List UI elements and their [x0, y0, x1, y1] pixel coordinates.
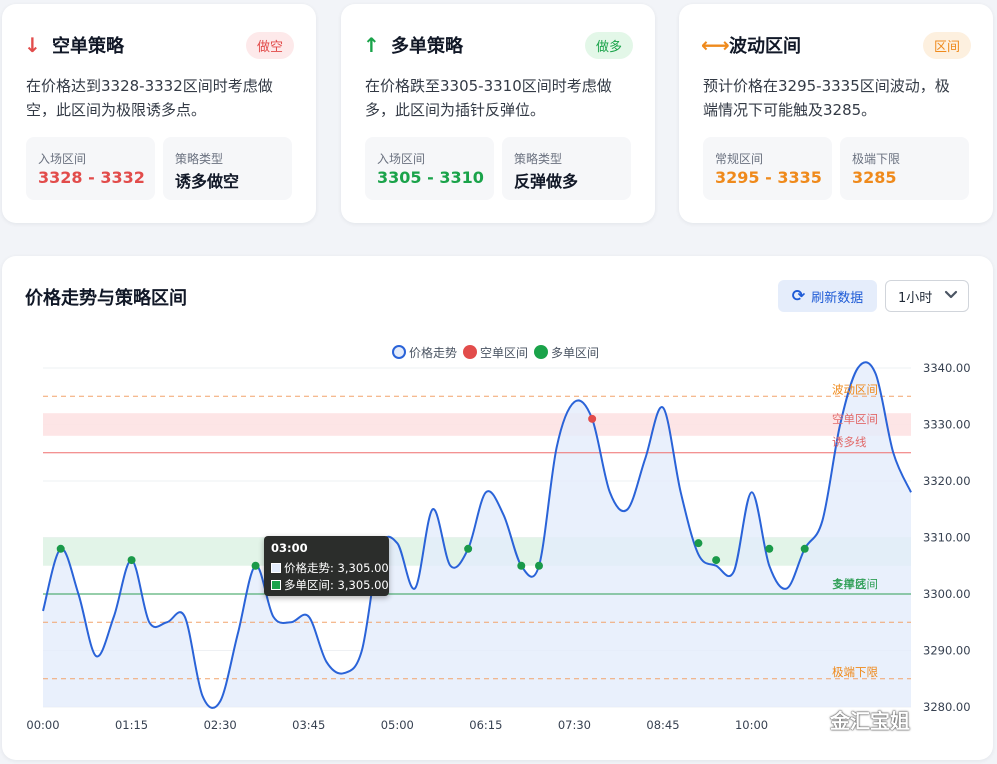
long-type-box: 策略类型 反弹做多	[502, 137, 631, 200]
x-tick-label: 02:30	[204, 718, 237, 732]
long-card-description: 在价格跌至3305-3310区间时考虑做多，此区间为插针反弹位。	[365, 77, 612, 119]
legend-label-price: 价格走势	[409, 345, 458, 360]
short-type-value: 诱多做空	[175, 172, 240, 191]
y-tick-label: 3290.00	[923, 644, 971, 658]
y-tick-label: 3310.00	[923, 531, 971, 545]
short-card-title: 空单策略	[52, 36, 124, 57]
legend-item-long[interactable]: 多单区间	[534, 344, 599, 361]
short-entry-value: 3328 - 3332	[38, 168, 145, 187]
y-tick-label: 3280.00	[923, 700, 971, 714]
range-normal-value: 3295 - 3335	[715, 168, 822, 187]
short-type-label: 策略类型	[175, 152, 224, 166]
legend-swatch-long	[534, 345, 549, 359]
band-label: 极端下限	[832, 665, 878, 679]
chart-tooltip: 03:00 价格走势: 3,305.00 多单区间: 3,305.00	[264, 536, 389, 596]
long-badge: 做多	[584, 31, 633, 59]
range-card-title: 波动区间	[729, 36, 801, 57]
short-badge: 做空	[245, 31, 294, 59]
chart-marker	[800, 544, 809, 553]
x-tick-label: 06:15	[469, 718, 502, 732]
range-extreme-label: 极端下限	[852, 152, 901, 166]
watermark: 金汇宝姐	[830, 709, 910, 733]
tooltip-swatch-long	[271, 580, 281, 590]
long-entry-label: 入场区间	[377, 152, 426, 166]
long-card-title: 多单策略	[391, 36, 463, 57]
long-type-value: 反弹做多	[514, 172, 579, 191]
arrow-down-icon: ↓	[24, 33, 41, 57]
price-chart: 3340.00 3330.00 3320.00 3310.00 3300.00 3290.…	[26, 361, 971, 732]
band-label: 空单区间	[832, 412, 878, 426]
chart-marker	[127, 556, 136, 565]
x-tick-label: 00:00	[26, 718, 59, 732]
tooltip-long-text: 多单区间: 3,305.00	[284, 578, 389, 592]
long-entry-value: 3305 - 3310	[377, 168, 484, 187]
range-badge: 区间	[922, 31, 971, 59]
legend-swatch-price	[392, 345, 406, 359]
band-label: 诱多线	[832, 435, 867, 449]
tooltip-price-text: 价格走势: 3,305.00	[284, 561, 389, 575]
short-entry-label: 入场区间	[38, 152, 87, 166]
short-card-header: ↓ 空单策略 做空	[24, 30, 294, 60]
y-tick-label: 3300.00	[923, 587, 971, 601]
short-card-description: 在价格达到3328-3332区间时考虑做空，此区间为极限诱多点。	[26, 77, 273, 119]
range-strategy-card: ⟷ 波动区间 区间 预计价格在3295-3335区间波动，极端情况下可能触及32…	[679, 4, 993, 223]
legend-item-price[interactable]: 价格走势	[392, 344, 457, 361]
y-tick-label: 3340.00	[923, 361, 971, 375]
chart-legend: 价格走势 空单区间 多单区间	[392, 342, 605, 362]
y-tick-label: 3330.00	[923, 418, 971, 432]
chart-marker	[694, 539, 703, 548]
legend-item-short[interactable]: 空单区间	[463, 344, 528, 361]
chart-marker	[251, 561, 260, 570]
tooltip-row-price: 价格走势: 3,305.00	[271, 560, 389, 576]
range-normal-label: 常规区间	[715, 152, 764, 166]
chart-marker	[765, 544, 774, 553]
range-extreme-value: 3285	[852, 168, 897, 187]
chart-marker	[712, 556, 721, 565]
arrow-left-right-icon: ⟷	[701, 33, 730, 57]
legend-label-short: 空单区间	[480, 345, 529, 360]
tooltip-row-long: 多单区间: 3,305.00	[271, 577, 389, 593]
y-tick-label: 3320.00	[923, 474, 971, 488]
legend-swatch-short	[463, 345, 478, 359]
chart-marker	[464, 544, 473, 553]
short-strategy-card: ↓ 空单策略 做空 在价格达到3328-3332区间时考虑做空，此区间为极限诱多…	[2, 4, 316, 223]
long-entry-box: 入场区间 3305 - 3310	[365, 137, 494, 200]
chart-marker	[56, 544, 65, 553]
short-zone-band	[43, 413, 911, 436]
range-card-description: 预计价格在3295-3335区间波动，极端情况下可能触及3285。	[703, 77, 950, 119]
x-tick-label: 01:15	[115, 718, 148, 732]
short-entry-box: 入场区间 3328 - 3332	[26, 137, 155, 200]
chart-marker	[517, 561, 526, 570]
long-type-label: 策略类型	[514, 152, 563, 166]
x-tick-label: 10:00	[735, 718, 768, 732]
tooltip-time: 03:00	[271, 541, 308, 555]
legend-label-long: 多单区间	[551, 345, 600, 360]
long-card-header: ↑ 多单策略 做多	[363, 30, 633, 60]
tooltip-swatch-price	[271, 563, 281, 573]
chart-marker	[535, 561, 543, 570]
range-normal-box: 常规区间 3295 - 3335	[703, 137, 832, 200]
range-extreme-box: 极端下限 3285	[840, 137, 969, 200]
x-tick-label: 08:45	[646, 718, 679, 732]
x-tick-label: 05:00	[381, 718, 414, 732]
band-label: 支撑线	[832, 577, 867, 591]
arrow-up-icon: ↑	[363, 33, 380, 57]
chart-card: 价格走势与策略区间 ⟳ 刷新数据 1小时 3340.00 3330.00 3320.…	[2, 256, 993, 760]
x-tick-label: 03:45	[292, 718, 325, 732]
long-strategy-card: ↑ 多单策略 做多 在价格跌至3305-3310区间时考虑做多，此区间为插针反弹…	[341, 4, 655, 223]
band-label: 波动区间	[832, 382, 878, 396]
range-card-header: ⟷ 波动区间 区间	[701, 30, 971, 60]
chart-marker	[588, 414, 597, 423]
x-tick-label: 07:30	[558, 718, 591, 732]
short-type-box: 策略类型 诱多做空	[163, 137, 292, 200]
